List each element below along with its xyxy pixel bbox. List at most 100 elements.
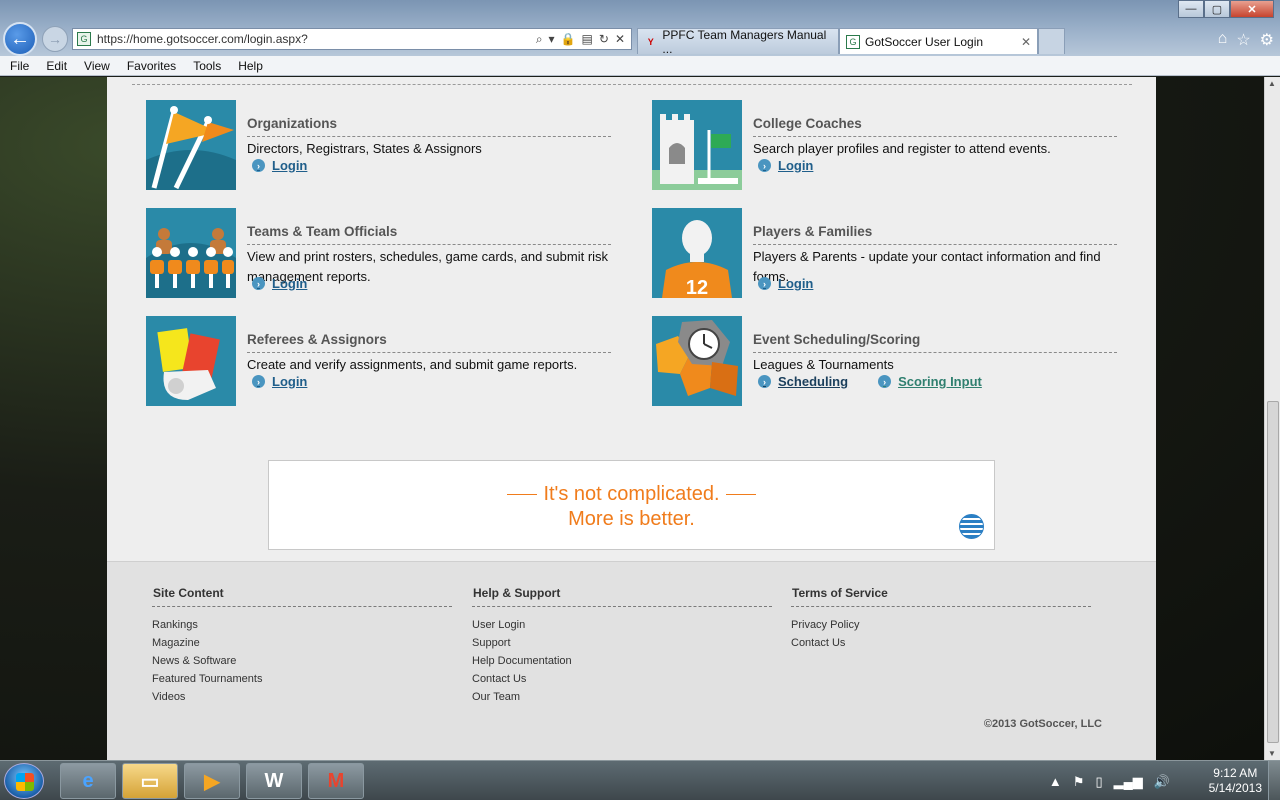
card-players-families: 12 Players & Families Players & Parents …	[652, 208, 1132, 300]
footer-column-help-support: Help & Support User Login Support Help D…	[472, 586, 772, 709]
card-description: Leagues & Tournaments	[753, 357, 894, 372]
lock-icon[interactable]: 🔒	[561, 32, 576, 47]
site-favicon-icon: G	[77, 32, 91, 46]
vertical-scrollbar[interactable]: ▲ ▼	[1264, 77, 1280, 760]
card-title: Referees & Assignors	[247, 332, 387, 347]
menu-help[interactable]: Help	[238, 59, 263, 73]
menu-bar: File Edit View Favorites Tools Help	[0, 56, 1280, 76]
footer-link-contact-us[interactable]: Contact Us	[791, 637, 1091, 655]
tab-ppfc-manual[interactable]: Y PPFC Team Managers Manual ...	[637, 28, 839, 56]
footer-link-magazine[interactable]: Magazine	[152, 637, 452, 655]
divider	[753, 244, 1117, 245]
organizations-login-link[interactable]: › Login	[252, 158, 307, 173]
system-tray: ▲ ⚑ ▯ ▂▄▆ 🔊	[1049, 774, 1170, 790]
card-event-scheduling: Event Scheduling/Scoring Leagues & Tourn…	[652, 316, 1132, 408]
start-button[interactable]	[4, 763, 44, 799]
footer-link-videos[interactable]: Videos	[152, 691, 452, 709]
referees-login-link[interactable]: › Login	[252, 374, 307, 389]
minimize-button[interactable]: —	[1178, 0, 1204, 18]
arrow-right-icon: ›	[252, 159, 265, 172]
favorites-star-icon[interactable]: ☆	[1236, 30, 1250, 50]
address-bar[interactable]: G https://home.gotsoccer.com/login.aspx?…	[72, 28, 632, 50]
footer-column-terms: Terms of Service Privacy Policy Contact …	[791, 586, 1091, 655]
menu-file[interactable]: File	[10, 59, 29, 73]
ad-headline: It's not complicated.	[543, 483, 720, 505]
new-tab-button[interactable]	[1038, 28, 1065, 54]
divider	[472, 606, 772, 607]
footer-link-news-software[interactable]: News & Software	[152, 655, 452, 673]
stop-icon[interactable]: ✕	[615, 32, 625, 47]
menu-tools[interactable]: Tools	[193, 59, 221, 73]
scroll-up-arrow-icon[interactable]: ▲	[1268, 79, 1276, 88]
taskbar-clock[interactable]: 9:12 AM 5/14/2013	[1209, 766, 1262, 796]
power-icon[interactable]: ▯	[1095, 774, 1102, 790]
compatibility-icon[interactable]: ▤	[582, 32, 593, 47]
scroll-down-arrow-icon[interactable]: ▼	[1268, 749, 1276, 758]
teams-login-link[interactable]: › Login	[252, 276, 307, 291]
menu-edit[interactable]: Edit	[46, 59, 67, 73]
window-controls: — ▢ ✕	[1178, 0, 1274, 18]
card-college-coaches: College Coaches Search player profiles a…	[652, 100, 1132, 192]
footer-link-featured-tournaments[interactable]: Featured Tournaments	[152, 673, 452, 691]
home-icon[interactable]: ⌂	[1218, 30, 1228, 50]
taskbar-mcafee[interactable]: M	[308, 763, 364, 799]
gear-icon[interactable]: ⚙	[1260, 30, 1274, 50]
clock-ball-icon	[652, 316, 742, 406]
network-signal-icon[interactable]: ▂▄▆	[1114, 774, 1143, 790]
footer-link-user-login[interactable]: User Login	[472, 619, 772, 637]
page-viewport: Organizations Directors, Registrars, Sta…	[0, 77, 1264, 760]
card-referees-assignors: Referees & Assignors Create and verify a…	[146, 316, 626, 408]
refresh-icon[interactable]: ↻	[599, 32, 609, 47]
card-title: Teams & Team Officials	[247, 224, 398, 239]
college-coaches-login-link[interactable]: › Login	[758, 158, 813, 173]
scrollbar-thumb[interactable]	[1267, 401, 1279, 743]
footer-link-rankings[interactable]: Rankings	[152, 619, 452, 637]
volume-icon[interactable]: 🔊	[1154, 774, 1170, 790]
internet-explorer-icon: e	[82, 769, 94, 792]
taskbar-word[interactable]: W	[246, 763, 302, 799]
footer-link-our-team[interactable]: Our Team	[472, 691, 772, 709]
divider	[753, 136, 1117, 137]
action-center-flag-icon[interactable]: ⚑	[1073, 774, 1085, 790]
taskbar-internet-explorer[interactable]: e	[60, 763, 116, 799]
show-hidden-icons-icon[interactable]: ▲	[1049, 774, 1062, 790]
close-window-button[interactable]: ✕	[1230, 0, 1274, 18]
scheduling-link[interactable]: › Scheduling	[758, 374, 848, 389]
browser-titlebar: — ▢ ✕ ← → G https://home.gotsoccer.com/l…	[0, 0, 1280, 56]
players-login-link[interactable]: › Login	[758, 276, 813, 291]
ad-subline: More is better.	[568, 508, 695, 530]
site-favicon-icon: G	[846, 34, 860, 49]
footer-link-help-documentation[interactable]: Help Documentation	[472, 655, 772, 673]
tab-label: GotSoccer User Login	[865, 34, 984, 49]
footer-heading: Help & Support	[473, 586, 561, 600]
footer-link-privacy-policy[interactable]: Privacy Policy	[791, 619, 1091, 637]
close-tab-icon[interactable]: ✕	[1021, 35, 1031, 49]
link-label: Login	[272, 276, 308, 291]
url-text[interactable]: https://home.gotsoccer.com/login.aspx?	[97, 32, 536, 46]
card-title: Players & Families	[753, 224, 873, 239]
footer-link-contact-us[interactable]: Contact Us	[472, 673, 772, 691]
search-icon[interactable]: ⌕	[536, 32, 543, 47]
divider	[132, 84, 1132, 85]
jersey-number: 12	[686, 277, 708, 298]
maximize-button[interactable]: ▢	[1204, 0, 1230, 18]
scoring-input-link[interactable]: › Scoring Input	[878, 374, 982, 389]
mcafee-shield-icon: M	[327, 769, 345, 792]
footer-link-support[interactable]: Support	[472, 637, 772, 655]
dropdown-arrow-icon[interactable]: ▾	[549, 32, 555, 47]
tab-gotsoccer-login[interactable]: G GotSoccer User Login ✕	[839, 28, 1038, 54]
menu-view[interactable]: View	[84, 59, 110, 73]
advertisement-banner[interactable]: It's not complicated. More is better.	[268, 460, 995, 550]
taskbar-media-player[interactable]: ▶	[184, 763, 240, 799]
windows-taskbar: e ▭ ▶ W M ▲ ⚑ ▯ ▂▄▆ 🔊 9:12 AM 5/14/2013	[0, 760, 1280, 800]
back-button[interactable]: ←	[3, 22, 37, 56]
taskbar-file-explorer[interactable]: ▭	[122, 763, 178, 799]
footer-heading: Terms of Service	[792, 586, 888, 600]
forward-button[interactable]: →	[42, 26, 68, 52]
page-footer: Site Content Rankings Magazine News & So…	[107, 561, 1156, 760]
divider	[791, 606, 1091, 607]
menu-favorites[interactable]: Favorites	[127, 59, 176, 73]
show-desktop-button[interactable]	[1268, 761, 1280, 800]
content-panel: Organizations Directors, Registrars, Sta…	[107, 77, 1156, 760]
link-label: Login	[778, 276, 814, 291]
